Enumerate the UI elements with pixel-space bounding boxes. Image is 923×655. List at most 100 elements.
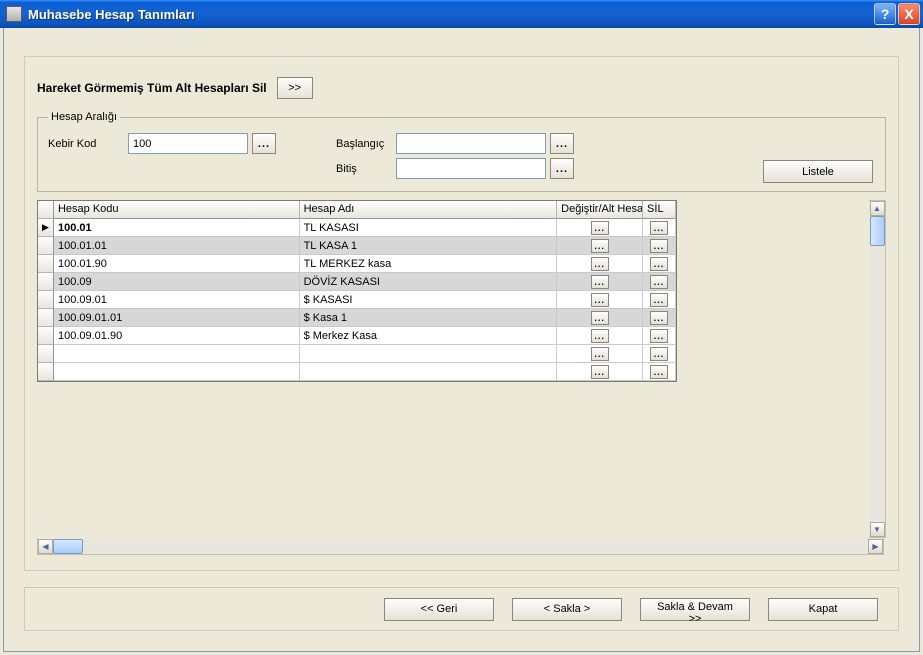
cell-name[interactable]: $ Merkez Kasa xyxy=(300,327,558,345)
change-row-button[interactable]: ... xyxy=(591,257,609,271)
change-row-button[interactable]: ... xyxy=(591,239,609,253)
table-row[interactable]: ▶ 100.01TL KASASI...... xyxy=(38,219,676,237)
delete-row-button[interactable]: ... xyxy=(650,329,668,343)
delete-row-button[interactable]: ... xyxy=(650,239,668,253)
help-icon: ? xyxy=(881,6,890,22)
cell-code[interactable]: 100.09.01.01 xyxy=(54,309,300,327)
delete-row-button[interactable]: ... xyxy=(650,347,668,361)
col-header-code[interactable]: Hesap Kodu xyxy=(54,201,300,219)
cell-name[interactable]: $ Kasa 1 xyxy=(300,309,558,327)
close-icon: X xyxy=(904,6,913,22)
current-row-indicator-icon: ▶ xyxy=(42,222,49,233)
kebir-input[interactable] xyxy=(128,133,248,154)
table-row[interactable]: 100.09.01.90$ Merkez Kasa...... xyxy=(38,327,676,345)
baslangic-lookup-button[interactable]: ... xyxy=(550,133,574,154)
bitis-input[interactable] xyxy=(396,158,546,179)
cell-name[interactable] xyxy=(300,345,558,363)
table-row[interactable]: 100.09.01$ KASASI...... xyxy=(38,291,676,309)
grid-header-row: Hesap Kodu Hesap Adı Değiştir/Alt Hesap … xyxy=(38,201,676,219)
table-row[interactable]: 100.01.01TL KASA 1...... xyxy=(38,237,676,255)
change-row-button[interactable]: ... xyxy=(591,293,609,307)
change-row-button[interactable]: ... xyxy=(591,311,609,325)
scroll-left-button[interactable]: ◀ xyxy=(38,539,53,554)
baslangic-input[interactable] xyxy=(396,133,546,154)
close-button[interactable]: Kapat xyxy=(768,598,878,621)
cell-name[interactable]: $ KASASI xyxy=(300,291,558,309)
cell-name[interactable]: TL MERKEZ kasa xyxy=(300,255,558,273)
run-delete-button[interactable]: >> xyxy=(277,77,313,99)
cell-name[interactable]: TL KASA 1 xyxy=(300,237,558,255)
delete-row-button[interactable]: ... xyxy=(650,311,668,325)
col-header-change[interactable]: Değiştir/Alt Hesap xyxy=(557,201,643,219)
cell-code[interactable]: 100.09.01.90 xyxy=(54,327,300,345)
delete-row-button[interactable]: ... xyxy=(650,257,668,271)
delete-row-button[interactable]: ... xyxy=(650,221,668,235)
row-header xyxy=(38,291,54,309)
ellipsis-icon: ... xyxy=(594,367,605,377)
table-row[interactable]: ...... xyxy=(38,345,676,363)
cell-code[interactable]: 100.09 xyxy=(54,273,300,291)
bitis-lookup-button[interactable]: ... xyxy=(550,158,574,179)
table-row[interactable]: 100.09.01.01$ Kasa 1...... xyxy=(38,309,676,327)
change-row-button[interactable]: ... xyxy=(591,329,609,343)
app-icon xyxy=(6,6,22,22)
cell-change: ... xyxy=(557,273,643,291)
table-row[interactable]: 100.09DÖVİZ KASASI...... xyxy=(38,273,676,291)
cell-code[interactable] xyxy=(54,345,300,363)
cell-name[interactable]: DÖVİZ KASASI xyxy=(300,273,558,291)
change-row-button[interactable]: ... xyxy=(591,365,609,379)
save-continue-button[interactable]: Sakla & Devam >> xyxy=(640,598,750,621)
footer-bar: << Geri < Sakla > Sakla & Devam >> Kapat xyxy=(24,587,899,631)
row-header xyxy=(38,255,54,273)
delete-row-button[interactable]: ... xyxy=(650,275,668,289)
scroll-right-button[interactable]: ▶ xyxy=(868,539,883,554)
cell-change: ... xyxy=(557,327,643,345)
scroll-down-button[interactable]: ▼ xyxy=(870,522,885,537)
vertical-scrollbar[interactable]: ▲ ▼ xyxy=(869,200,886,538)
table-row[interactable]: ...... xyxy=(38,363,676,381)
close-label: Kapat xyxy=(809,603,838,615)
change-row-button[interactable]: ... xyxy=(591,221,609,235)
grid-corner xyxy=(38,201,54,219)
help-button[interactable]: ? xyxy=(874,3,896,25)
listele-button[interactable]: Listele xyxy=(763,160,873,183)
close-window-button[interactable]: X xyxy=(898,3,920,25)
cell-code[interactable]: 100.09.01 xyxy=(54,291,300,309)
cell-change: ... xyxy=(557,255,643,273)
cell-change: ... xyxy=(557,237,643,255)
chevron-left-icon: ◀ xyxy=(42,542,48,551)
ellipsis-icon: ... xyxy=(594,331,605,341)
row-header xyxy=(38,363,54,381)
cell-change: ... xyxy=(557,363,643,381)
chevron-right-icon: ▶ xyxy=(872,542,878,551)
listele-label: Listele xyxy=(802,166,834,178)
delete-row-button[interactable]: ... xyxy=(650,365,668,379)
cell-sil: ... xyxy=(643,237,676,255)
cell-sil: ... xyxy=(643,291,676,309)
ellipsis-icon: ... xyxy=(594,259,605,269)
back-button[interactable]: << Geri xyxy=(384,598,494,621)
scroll-thumb-h[interactable] xyxy=(53,539,83,554)
cell-name[interactable] xyxy=(300,363,558,381)
kebir-lookup-button[interactable]: ... xyxy=(252,133,276,154)
col-header-sil[interactable]: SİL xyxy=(643,201,676,219)
cell-name[interactable]: TL KASASI xyxy=(300,219,558,237)
delete-row-button[interactable]: ... xyxy=(650,293,668,307)
scroll-up-button[interactable]: ▲ xyxy=(870,201,885,216)
cell-code[interactable]: 100.01.01 xyxy=(54,237,300,255)
ellipsis-icon: ... xyxy=(556,138,568,150)
cell-change: ... xyxy=(557,291,643,309)
bitis-label: Bitiş xyxy=(336,163,396,175)
change-row-button[interactable]: ... xyxy=(591,275,609,289)
change-row-button[interactable]: ... xyxy=(591,347,609,361)
ellipsis-icon: ... xyxy=(654,259,665,269)
col-header-name[interactable]: Hesap Adı xyxy=(300,201,558,219)
cell-code[interactable]: 100.01.90 xyxy=(54,255,300,273)
cell-code[interactable]: 100.01 xyxy=(54,219,300,237)
table-row[interactable]: 100.01.90TL MERKEZ kasa...... xyxy=(38,255,676,273)
cell-code[interactable] xyxy=(54,363,300,381)
baslangic-label: Başlangıç xyxy=(336,138,396,150)
save-button[interactable]: < Sakla > xyxy=(512,598,622,621)
horizontal-scrollbar[interactable]: ◀ ▶ xyxy=(37,538,884,555)
scroll-thumb-v[interactable] xyxy=(870,216,885,246)
